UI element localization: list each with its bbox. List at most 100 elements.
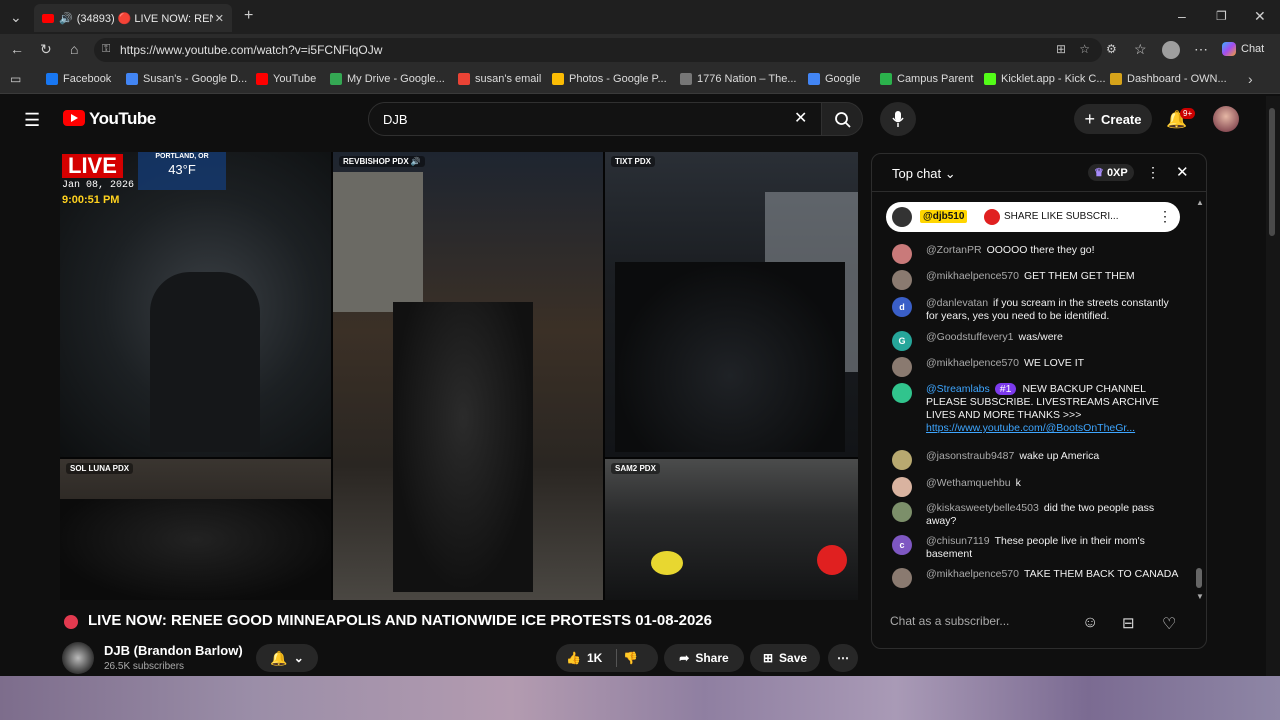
reload-icon[interactable]: ↻ bbox=[40, 42, 52, 56]
chat-author-name[interactable]: @mikhaelpence570 bbox=[926, 357, 1019, 369]
create-button[interactable]: + Create bbox=[1074, 104, 1152, 134]
emoji-icon[interactable]: ☺ bbox=[1082, 614, 1098, 632]
home-icon[interactable]: ⌂ bbox=[70, 42, 78, 56]
tab-list-chevron-icon[interactable]: ⌄ bbox=[10, 10, 22, 24]
heart-icon[interactable]: ♡ bbox=[1162, 614, 1176, 634]
clear-search-icon[interactable]: ✕ bbox=[794, 108, 807, 128]
youtube-logo-icon[interactable] bbox=[63, 110, 85, 126]
chat-author-name[interactable]: @danlevatan bbox=[926, 297, 988, 309]
video-player[interactable]: REVBISHOP PDX 🔊 TIXT PDX SOL LUNA PDX SA… bbox=[60, 152, 858, 600]
subscribe-overlay-icon[interactable] bbox=[817, 545, 847, 575]
chat-author-avatar[interactable] bbox=[892, 502, 912, 522]
page-scrollbar[interactable] bbox=[1266, 96, 1280, 676]
search-button[interactable] bbox=[821, 102, 863, 136]
chat-message[interactable]: @Wethamquehbu k bbox=[890, 477, 1180, 497]
voice-search-button[interactable] bbox=[880, 102, 916, 136]
chat-author-avatar[interactable] bbox=[892, 244, 912, 264]
chat-message[interactable]: d @danlevatan if you scream in the streets… bbox=[890, 297, 1180, 323]
chat-message[interactable]: @mikhaelpence570 GET THEM GET THEM bbox=[890, 270, 1180, 290]
pinned-more-icon[interactable]: ⋮ bbox=[1158, 208, 1172, 225]
top-chat-dropdown[interactable]: Top chat ⌄ bbox=[892, 166, 956, 182]
favorites-icon[interactable]: ☆ bbox=[1134, 42, 1147, 56]
browser-tab[interactable]: 🔊 (34893) 🔴 LIVE NOW: RENEE ✕ bbox=[34, 4, 232, 32]
chat-author-name[interactable]: @ZortanPR bbox=[926, 244, 982, 256]
bookmark-item[interactable]: My Drive - Google... bbox=[330, 73, 445, 85]
chat-author-avatar[interactable]: d bbox=[892, 297, 912, 317]
chat-author-avatar[interactable] bbox=[892, 450, 912, 470]
chat-message[interactable]: @mikhaelpence570 TAKE THEM BACK TO CANADA bbox=[890, 568, 1180, 588]
close-chat-icon[interactable]: ✕ bbox=[1176, 163, 1189, 181]
extension-icon[interactable]: ⚙ bbox=[1106, 42, 1117, 56]
account-avatar[interactable] bbox=[1213, 106, 1239, 132]
bookmarks-overflow-icon[interactable]: › bbox=[1248, 72, 1253, 86]
bookmark-item[interactable]: Susan's - Google D... bbox=[126, 73, 247, 85]
chat-author-avatar[interactable] bbox=[892, 568, 912, 588]
chat-more-icon[interactable]: ⋮ bbox=[1146, 164, 1160, 181]
search-input[interactable]: DJB bbox=[368, 102, 822, 136]
bookmark-item[interactable]: Kicklet.app - Kick C... bbox=[984, 73, 1106, 85]
chat-scrollbar[interactable]: ▲ ▼ bbox=[1196, 198, 1204, 601]
speaker-icon[interactable]: 🔊 bbox=[59, 12, 73, 25]
favorite-star-icon[interactable]: ☆ bbox=[1079, 42, 1090, 56]
site-info-icon[interactable]: ⚿ bbox=[102, 43, 110, 56]
super-chat-icon[interactable]: ⊟ bbox=[1122, 614, 1135, 632]
chat-author-name[interactable]: @mikhaelpence570 bbox=[926, 270, 1019, 282]
new-tab-icon[interactable]: + bbox=[244, 8, 253, 24]
bookmark-item[interactable]: 1776 Nation – The... bbox=[680, 73, 796, 85]
youtube-logo-text[interactable]: YouTube bbox=[89, 109, 156, 129]
hamburger-menu-icon[interactable]: ☰ bbox=[24, 110, 40, 131]
chat-author-avatar[interactable]: c bbox=[892, 535, 912, 555]
collections-icon[interactable]: ▭ bbox=[10, 72, 21, 86]
page-scroll-thumb[interactable] bbox=[1269, 108, 1275, 236]
more-menu-icon[interactable]: ⋯ bbox=[1194, 42, 1208, 56]
restore-icon[interactable]: ❐ bbox=[1216, 9, 1227, 23]
chat-author-avatar[interactable] bbox=[892, 270, 912, 290]
channel-name[interactable]: DJB (Brandon Barlow) bbox=[104, 643, 243, 658]
bookmark-item[interactable]: Facebook bbox=[46, 73, 111, 85]
chat-message[interactable]: G @Goodstuffevery1 was/were bbox=[890, 331, 1180, 351]
chat-message[interactable]: @jasonstraub9487 wake up America bbox=[890, 450, 1180, 470]
chat-author-name[interactable]: @Goodstuffevery1 bbox=[926, 331, 1014, 343]
bookmark-item[interactable]: Dashboard - OWN... bbox=[1110, 73, 1227, 85]
bookmark-item[interactable]: Google bbox=[808, 73, 860, 85]
like-button[interactable]: 👍 1K bbox=[566, 651, 602, 665]
copilot-chat-button[interactable]: Chat bbox=[1222, 42, 1264, 56]
window-close-icon[interactable]: ✕ bbox=[1254, 9, 1266, 23]
chat-author-name[interactable]: @Streamlabs bbox=[926, 383, 990, 395]
chat-author-avatar[interactable] bbox=[892, 357, 912, 377]
share-button[interactable]: ➦ Share bbox=[664, 644, 744, 672]
notification-preference-button[interactable]: 🔔 ⌄ bbox=[256, 644, 318, 672]
more-actions-button[interactable]: ⋯ bbox=[828, 644, 858, 672]
chat-author-name[interactable]: @Wethamquehbu bbox=[926, 477, 1011, 489]
bookmark-item[interactable]: YouTube bbox=[256, 73, 316, 85]
points-button[interactable]: ♛ 0XP bbox=[1088, 164, 1134, 181]
bookmark-item[interactable]: Campus Parent bbox=[880, 73, 973, 85]
chat-message[interactable]: @ZortanPR OOOOO there they go! bbox=[890, 244, 1180, 264]
profile-icon[interactable] bbox=[1162, 41, 1180, 59]
bookmark-item[interactable]: susan's email bbox=[458, 73, 541, 85]
scroll-down-icon[interactable]: ▼ bbox=[1196, 592, 1204, 601]
tab-close-icon[interactable]: ✕ bbox=[215, 12, 224, 25]
pinned-message[interactable]: @djb510 SHARE LIKE SUBSCRI... ⋮ bbox=[886, 202, 1180, 232]
save-button[interactable]: ⊞ Save bbox=[750, 644, 820, 672]
chat-message[interactable]: @mikhaelpence570 WE LOVE IT bbox=[890, 357, 1180, 377]
chat-scroll-thumb[interactable] bbox=[1196, 568, 1202, 588]
url-field[interactable]: ⚿ https://www.youtube.com/watch?v=i5FCNF… bbox=[94, 38, 1102, 62]
minimize-icon[interactable]: – bbox=[1178, 9, 1186, 23]
chat-author-name[interactable]: @jasonstraub9487 bbox=[926, 450, 1014, 462]
scroll-up-icon[interactable]: ▲ bbox=[1196, 198, 1204, 207]
chat-author-avatar[interactable] bbox=[892, 383, 912, 403]
dislike-button[interactable]: 👎 bbox=[623, 651, 638, 665]
chat-author-avatar[interactable] bbox=[892, 477, 912, 497]
back-icon[interactable]: ← bbox=[10, 42, 24, 56]
chat-author-name[interactable]: @chisun7119 bbox=[926, 535, 990, 547]
apps-icon[interactable]: ⊞ bbox=[1056, 42, 1066, 56]
chat-message[interactable]: @Streamlabs #1 NEW BACKUP CHANNEL PLEASE S… bbox=[890, 383, 1180, 435]
chat-author-name[interactable]: @kiskasweetybelle4503 bbox=[926, 502, 1039, 514]
channel-avatar[interactable] bbox=[62, 642, 94, 674]
chat-author-avatar[interactable]: G bbox=[892, 331, 912, 351]
chat-message-link[interactable]: https://www.youtube.com/@BootsOnTheGr... bbox=[926, 422, 1135, 434]
chat-message[interactable]: @kiskasweetybelle4503 did the two people … bbox=[890, 502, 1180, 528]
chat-author-name[interactable]: @mikhaelpence570 bbox=[926, 568, 1019, 580]
chat-input[interactable]: Chat as a subscriber... bbox=[890, 614, 1080, 628]
